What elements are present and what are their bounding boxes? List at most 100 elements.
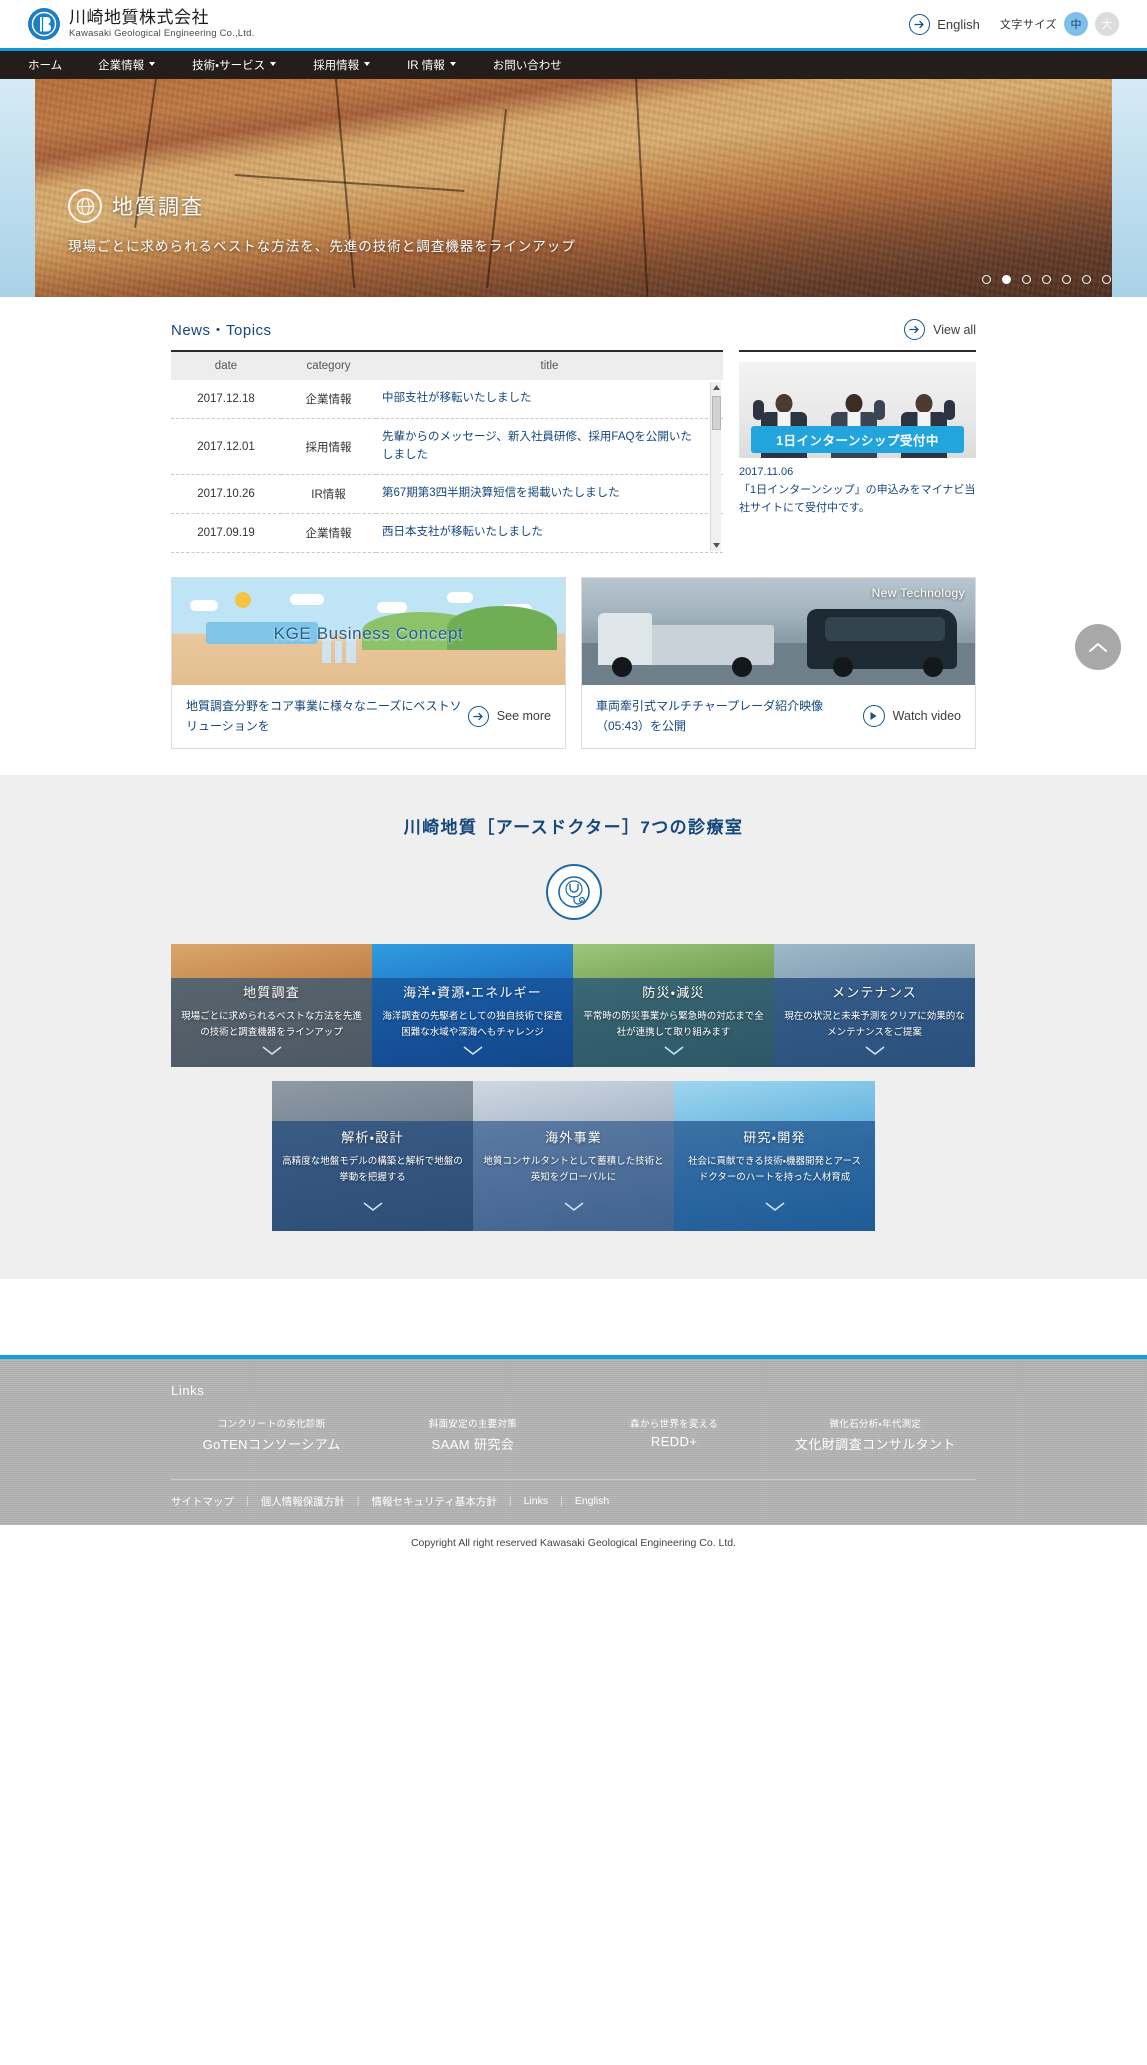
footer-link-cultural-heritage[interactable]: 微化石分析・年代測定 文化財調査コンサルタント [775, 1416, 976, 1453]
hero-dot-5[interactable] [1062, 275, 1071, 284]
service-tile-maintenance[interactable]: メンテナンス 現在の状況と未来予測をクリアに効果的なメンテナンスをご提案 [774, 943, 975, 1067]
hero-dot-7[interactable] [1102, 275, 1111, 284]
font-size-medium-button[interactable]: 中 [1064, 12, 1088, 36]
news-date: 2017.12.01 [197, 440, 255, 453]
service-tiles-row-1: 地質調査 現場ごとに求められるベストな方法を先進の技術と調査機器をラインアップ … [171, 943, 976, 1067]
news-col-title: title [376, 352, 723, 380]
english-link[interactable]: English [909, 13, 980, 35]
internship-date: 2017.11.06 [739, 466, 794, 478]
internship-promo[interactable]: 1日インターンシップ受付中 2017.11.06 「1日インターンシップ」の申込… [739, 350, 976, 517]
company-name-en: Kawasaki Geological Engineering Co.,Ltd. [69, 27, 255, 39]
news-table-body: 2017.12.18 企業情報 中部支社が移転いたしました 2017.12.01… [171, 380, 723, 553]
earth-doctor-title: 川崎地質［アースドクター］7つの診療室 [403, 817, 744, 837]
hero-dot-3[interactable] [1022, 275, 1031, 284]
footer-link-columns: コンクリートの劣化診断 GoTENコンソーシアム 斜面安定の主要対策 SAAM … [171, 1416, 976, 1479]
internship-text: 「1日インターンシップ」の申込みをマイナビ当社サイトにて受付中です。 [739, 484, 976, 514]
footer-nav-links[interactable]: Links [524, 1495, 549, 1507]
chevron-down-icon [362, 1199, 384, 1217]
table-row[interactable]: 2017.12.18 企業情報 中部支社が移転いたしました [171, 380, 723, 419]
footer-nav-english[interactable]: English [575, 1495, 609, 1507]
service-tile-disaster-prevention[interactable]: 防災・減災 平常時の防災事業から緊急時の対応まで全社が連携して取り組みます [573, 943, 774, 1067]
scroll-to-top-button[interactable] [1075, 623, 1121, 670]
news-title-link[interactable]: 第67期第3四半期決算短信を掲載いたしました [376, 475, 723, 514]
table-row[interactable]: 2017.12.01 採用情報 先輩からのメッセージ、新入社員研修、採用FAQを… [171, 418, 723, 475]
chevron-down-icon [364, 61, 371, 69]
footer-link-name: REDD+ [650, 1433, 698, 1449]
footer-spacer [0, 1278, 1147, 1355]
footer-link-redd[interactable]: 森から世界を変える REDD+ [574, 1416, 775, 1453]
hero-slide-dots [982, 275, 1111, 284]
service-tile-geological-survey[interactable]: 地質調査 現場ごとに求められるベストな方法を先進の技術と調査機器をラインアップ [171, 943, 372, 1067]
service-tile-overseas-business[interactable]: 海外事業 地質コンサルタントとして蓄積した技術と英知をグローバルに [473, 1080, 674, 1231]
watch-video-button[interactable]: Watch video [862, 705, 961, 728]
news-view-all-link[interactable]: View all [904, 319, 976, 340]
play-icon [862, 705, 885, 728]
nav-label: 技術・サービス [192, 60, 266, 72]
chevron-down-icon [270, 61, 277, 69]
earth-doctor-section: 川崎地質［アースドクター］7つの診療室 地質調査 現場ごとに求められるベストな方… [0, 774, 1147, 1279]
news-title-link[interactable]: 西日本支社が移転いたしました [376, 514, 723, 553]
service-tile-title: 海外事業 [545, 1129, 602, 1145]
footer-nav-separator: | [508, 1495, 512, 1508]
service-tile-desc: 社会に貢献できる技術・機器開発とアースドクターのハートを持った人材育成 [688, 1155, 861, 1183]
scroll-down-icon[interactable] [711, 540, 721, 551]
news-section-title: News・Topics [171, 322, 272, 339]
scroll-up-icon[interactable] [711, 382, 721, 393]
news-table-container: date category title 2017.12.18 企業情報 中部支社… [171, 350, 723, 553]
news-scrollbar[interactable] [710, 382, 721, 552]
hero-carousel: 地質調査 現場ごとに求められるベストな方法を、先進の技術と調査機器をラインアップ [0, 79, 1147, 297]
chevron-down-icon [764, 1199, 786, 1217]
service-tile-research-development[interactable]: 研究・開発 社会に貢献できる技術・機器開発とアースドクターのハートを持った人材育… [674, 1080, 875, 1231]
footer-nav-sitemap[interactable]: サイトマップ [171, 1494, 234, 1509]
sun-icon [235, 592, 251, 609]
footer-nav-separator: | [246, 1495, 249, 1508]
hero-dot-2[interactable] [1002, 275, 1011, 284]
footer-nav-privacy[interactable]: 個人情報保護方針 [261, 1494, 345, 1509]
chevron-down-icon [261, 1043, 283, 1061]
service-tile-ocean-resources-energy[interactable]: 海洋・資源・エネルギー 海洋調査の先駆者としての独自技術で探査困難な水域や深海へ… [372, 943, 573, 1067]
table-row[interactable]: 2017.09.19 企業情報 西日本支社が移転いたしました [171, 514, 723, 553]
news-section: News・Topics View all date category title [171, 297, 976, 749]
hero-dot-4[interactable] [1042, 275, 1051, 284]
nav-item-company[interactable]: 企業情報 [98, 57, 156, 73]
footer-link-saam[interactable]: 斜面安定の主要対策 SAAM 研究会 [372, 1416, 573, 1453]
service-tile-analysis-design[interactable]: 解析・設計 高精度な地盤モデルの構築と解析で地盤の挙動を把握する [272, 1080, 473, 1231]
news-table: date category title 2017.12.18 企業情報 中部支社… [171, 352, 723, 553]
hero-dot-1[interactable] [982, 275, 991, 284]
news-header: News・Topics View all [171, 319, 976, 340]
nav-item-technology-services[interactable]: 技術・サービス [192, 57, 277, 73]
news-category: 企業情報 [305, 528, 352, 541]
card-new-technology[interactable]: New Technology 車両牽引式マルチチャープレーダ紹介映像（05:43… [581, 577, 976, 749]
footer-link-goten[interactable]: コンクリートの劣化診断 GoTENコンソーシアム [171, 1416, 372, 1453]
hero-slide-image: 地質調査 現場ごとに求められるベストな方法を、先進の技術と調査機器をラインアップ [35, 79, 1112, 297]
service-tile-desc: 海洋調査の先駆者としての独自技術で探査困難な水域や深海へもチャレンジ [382, 1010, 563, 1038]
footer-link-name: 文化財調査コンサルタント [794, 1436, 956, 1452]
chevron-down-icon [864, 1043, 886, 1061]
footer-link-name: GoTENコンソーシアム [202, 1436, 341, 1452]
news-title-link[interactable]: 先輩からのメッセージ、新入社員研修、採用FAQを公開いたしました [376, 418, 723, 475]
table-row[interactable]: 2017.10.26 IR情報 第67期第3四半期決算短信を掲載いたしました [171, 475, 723, 514]
nav-label: ホーム [28, 60, 63, 72]
news-date: 2017.10.26 [197, 488, 255, 501]
stethoscope-icon [545, 863, 602, 920]
nav-item-contact[interactable]: お問い合わせ [493, 57, 562, 73]
nav-label: お問い合わせ [492, 60, 562, 72]
nav-item-home[interactable]: ホーム [28, 57, 62, 73]
service-tile-title: 研究・開発 [743, 1129, 806, 1145]
font-size-large-button[interactable]: 大 [1095, 12, 1119, 36]
card-business-concept[interactable]: KGE Business Concept 地質調査分野をコア事業に様々なニーズに… [171, 577, 566, 749]
nav-item-recruit[interactable]: 採用情報 [313, 57, 371, 73]
hero-left-gutter [0, 79, 35, 297]
footer-link-caption: コンクリートの劣化診断 [217, 1418, 326, 1430]
nav-label: 採用情報 [313, 60, 360, 72]
news-scrollbar-thumb[interactable] [712, 396, 721, 430]
hero-dot-6[interactable] [1082, 275, 1091, 284]
card-footer: 車両牽引式マルチチャープレーダ紹介映像（05:43）を公開 Watch vide… [582, 685, 975, 748]
see-more-button[interactable]: See more [467, 705, 551, 727]
footer-nav-security[interactable]: 情報セキュリティ基本方針 [371, 1494, 496, 1509]
site-logo[interactable]: 川崎地質株式会社 Kawasaki Geological Engineering… [28, 8, 254, 40]
news-title-link[interactable]: 中部支社が移転いたしました [376, 380, 723, 418]
nav-item-ir[interactable]: IR 情報 [407, 57, 457, 73]
service-tile-title: 解析・設計 [341, 1129, 404, 1145]
news-category: 企業情報 [305, 393, 352, 406]
